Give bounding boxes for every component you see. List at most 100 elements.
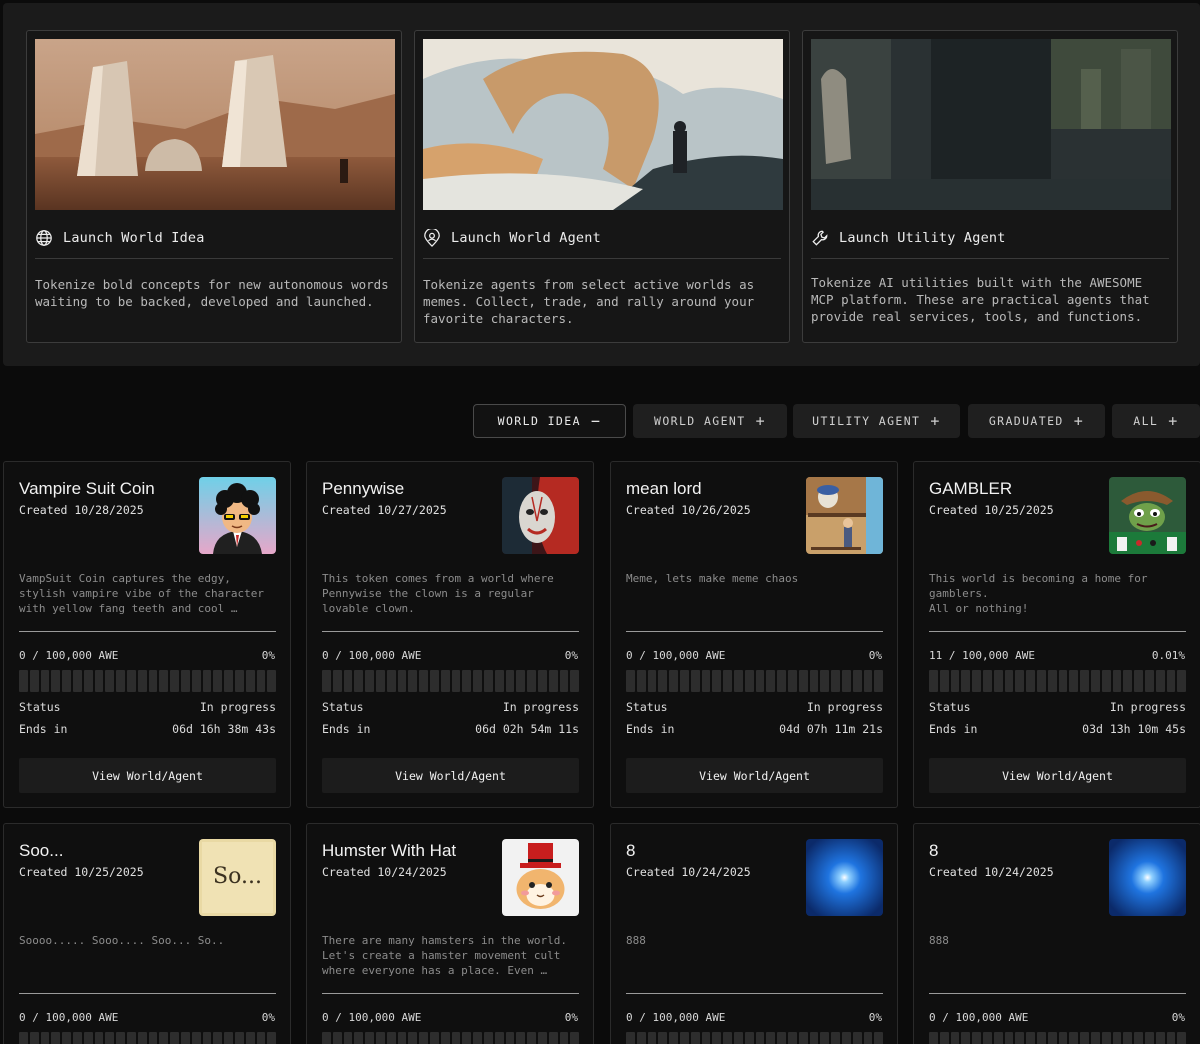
divider — [929, 631, 1186, 632]
launch-card-title: Launch Utility Agent — [839, 229, 1006, 246]
token-card[interactable]: Vampire Suit Coin Created 10/28/2025 Vam… — [3, 461, 291, 808]
countdown-value: 06d 16h 38m 43s — [172, 722, 276, 736]
view-world-agent-button[interactable]: View World/Agent — [929, 758, 1186, 793]
token-card[interactable]: GAMBLER Created 10/25/2025 This world is… — [913, 461, 1200, 808]
token-description: Meme, lets make meme chaos — [626, 572, 799, 585]
progress-segment — [939, 1032, 949, 1044]
token-created-date: Created 10/24/2025 — [626, 865, 751, 879]
view-world-agent-button[interactable]: View World/Agent — [19, 758, 276, 793]
token-name: Vampire Suit Coin — [19, 479, 155, 498]
progress-segment — [245, 670, 255, 692]
raised-amount: 0 / 100,000 AWE — [929, 1011, 1029, 1024]
progress-segment — [712, 1032, 722, 1044]
wrench-icon — [811, 229, 829, 247]
raised-amount: 0 / 100,000 AWE — [626, 1011, 726, 1024]
divider — [626, 631, 883, 632]
token-created-date: Created 10/27/2025 — [322, 503, 447, 517]
token-card[interactable]: Pennywise Created 10/27/2025 This token … — [306, 461, 594, 808]
progress-bar — [19, 670, 277, 692]
progress-segment — [191, 1032, 201, 1044]
progress-segment — [701, 670, 711, 692]
view-world-agent-button[interactable]: View World/Agent — [322, 758, 579, 793]
progress-segment — [148, 1032, 158, 1044]
progress-segment — [669, 670, 678, 692]
progress-segment — [831, 1032, 840, 1044]
progress-segment — [570, 670, 580, 692]
progress-segment — [419, 670, 428, 692]
token-name: mean lord — [626, 479, 702, 498]
progress-segment — [798, 670, 808, 692]
progress-segment — [354, 670, 364, 692]
progress-segment — [354, 1032, 364, 1044]
divider — [322, 993, 579, 994]
progress-segment — [1004, 1032, 1014, 1044]
collapse-icon: − — [590, 411, 602, 430]
token-name: Humster With Hat — [322, 841, 457, 860]
divider — [19, 993, 276, 994]
status-row: Status In progress — [19, 700, 276, 714]
countdown-value: 03d 13h 10m 45s — [1082, 722, 1186, 736]
raised-amount: 0 / 100,000 AWE — [19, 649, 119, 662]
launch-world-idea-title-row: Launch World Idea — [35, 217, 393, 259]
launch-world-agent-card[interactable]: Launch World Agent Tokenize agents from … — [414, 30, 790, 343]
launch-world-idea-card[interactable]: Launch World Idea Tokenize bold concepts… — [26, 30, 402, 343]
status-value: In progress — [1109, 700, 1186, 714]
token-name: Pennywise — [322, 479, 405, 498]
token-card[interactable]: mean lord Created 10/26/2025 Meme, lets … — [610, 461, 898, 808]
filter-label: WORLD IDEA — [497, 414, 581, 428]
filter-world-idea[interactable]: WORLD IDEA − — [473, 404, 626, 438]
progress-segment — [993, 670, 1003, 692]
filter-label: GRADUATED — [988, 414, 1064, 428]
progress-segment — [397, 670, 407, 692]
launch-card-description: Tokenize agents from select active world… — [423, 277, 755, 326]
progress-segment — [343, 670, 353, 692]
progress-segment — [972, 1032, 981, 1044]
progress-segment — [462, 670, 472, 692]
progress-segment — [777, 670, 786, 692]
progress-segment — [1080, 670, 1089, 692]
progress-segment — [505, 1032, 515, 1044]
token-created-date: Created 10/25/2025 — [19, 865, 144, 879]
filter-world-agent[interactable]: WORLD AGENT + — [633, 404, 787, 438]
progress-segment — [180, 1032, 190, 1044]
progress-segment — [516, 1032, 526, 1044]
progress-segment — [1112, 670, 1122, 692]
progress-segment — [1004, 670, 1014, 692]
progress-segment — [1155, 670, 1165, 692]
token-card[interactable]: Humster With Hat Created 10/24/2025 Ther… — [306, 823, 594, 1044]
progress-segment — [961, 1032, 971, 1044]
filter-graduated[interactable]: GRADUATED + — [968, 404, 1105, 438]
ends-label: Ends in — [19, 722, 68, 736]
progress-segment — [483, 670, 493, 692]
progress-segment — [831, 670, 840, 692]
progress-segment — [679, 670, 689, 692]
token-name: 8 — [929, 841, 939, 860]
filter-utility-agent[interactable]: UTILITY AGENT + — [793, 404, 960, 438]
filter-all[interactable]: ALL + — [1112, 404, 1200, 438]
status-row: Status In progress — [929, 700, 1186, 714]
plus-icon: + — [1073, 411, 1085, 430]
launch-utility-agent-card[interactable]: Launch Utility Agent Tokenize AI utiliti… — [802, 30, 1178, 343]
progress-segment — [809, 1032, 819, 1044]
token-card[interactable]: Soo... Created 10/25/2025 So... Soooo...… — [3, 823, 291, 1044]
progress-segment — [863, 1032, 873, 1044]
progress-segment — [159, 1032, 169, 1044]
progress-segment — [1069, 670, 1079, 692]
progress-segment — [1069, 1032, 1079, 1044]
frog-gambler-image — [1109, 477, 1186, 554]
progress-segment — [1177, 670, 1187, 692]
progress-segment — [245, 1032, 255, 1044]
token-card[interactable]: 8 Created 10/24/2025 888 0 / 100,000 AWE… — [913, 823, 1200, 1044]
progress-segment — [170, 1032, 179, 1044]
progress-segment — [852, 670, 862, 692]
view-world-agent-button[interactable]: View World/Agent — [626, 758, 883, 793]
progress-segment — [494, 1032, 504, 1044]
status-value: In progress — [502, 700, 579, 714]
progress-segment — [929, 670, 938, 692]
progress-segment — [1090, 670, 1100, 692]
token-card[interactable]: 8 Created 10/24/2025 888 0 / 100,000 AWE… — [610, 823, 898, 1044]
ends-label: Ends in — [929, 722, 978, 736]
progress-segment — [1036, 670, 1046, 692]
token-description: 888 — [929, 934, 949, 947]
progress-segment — [712, 670, 722, 692]
